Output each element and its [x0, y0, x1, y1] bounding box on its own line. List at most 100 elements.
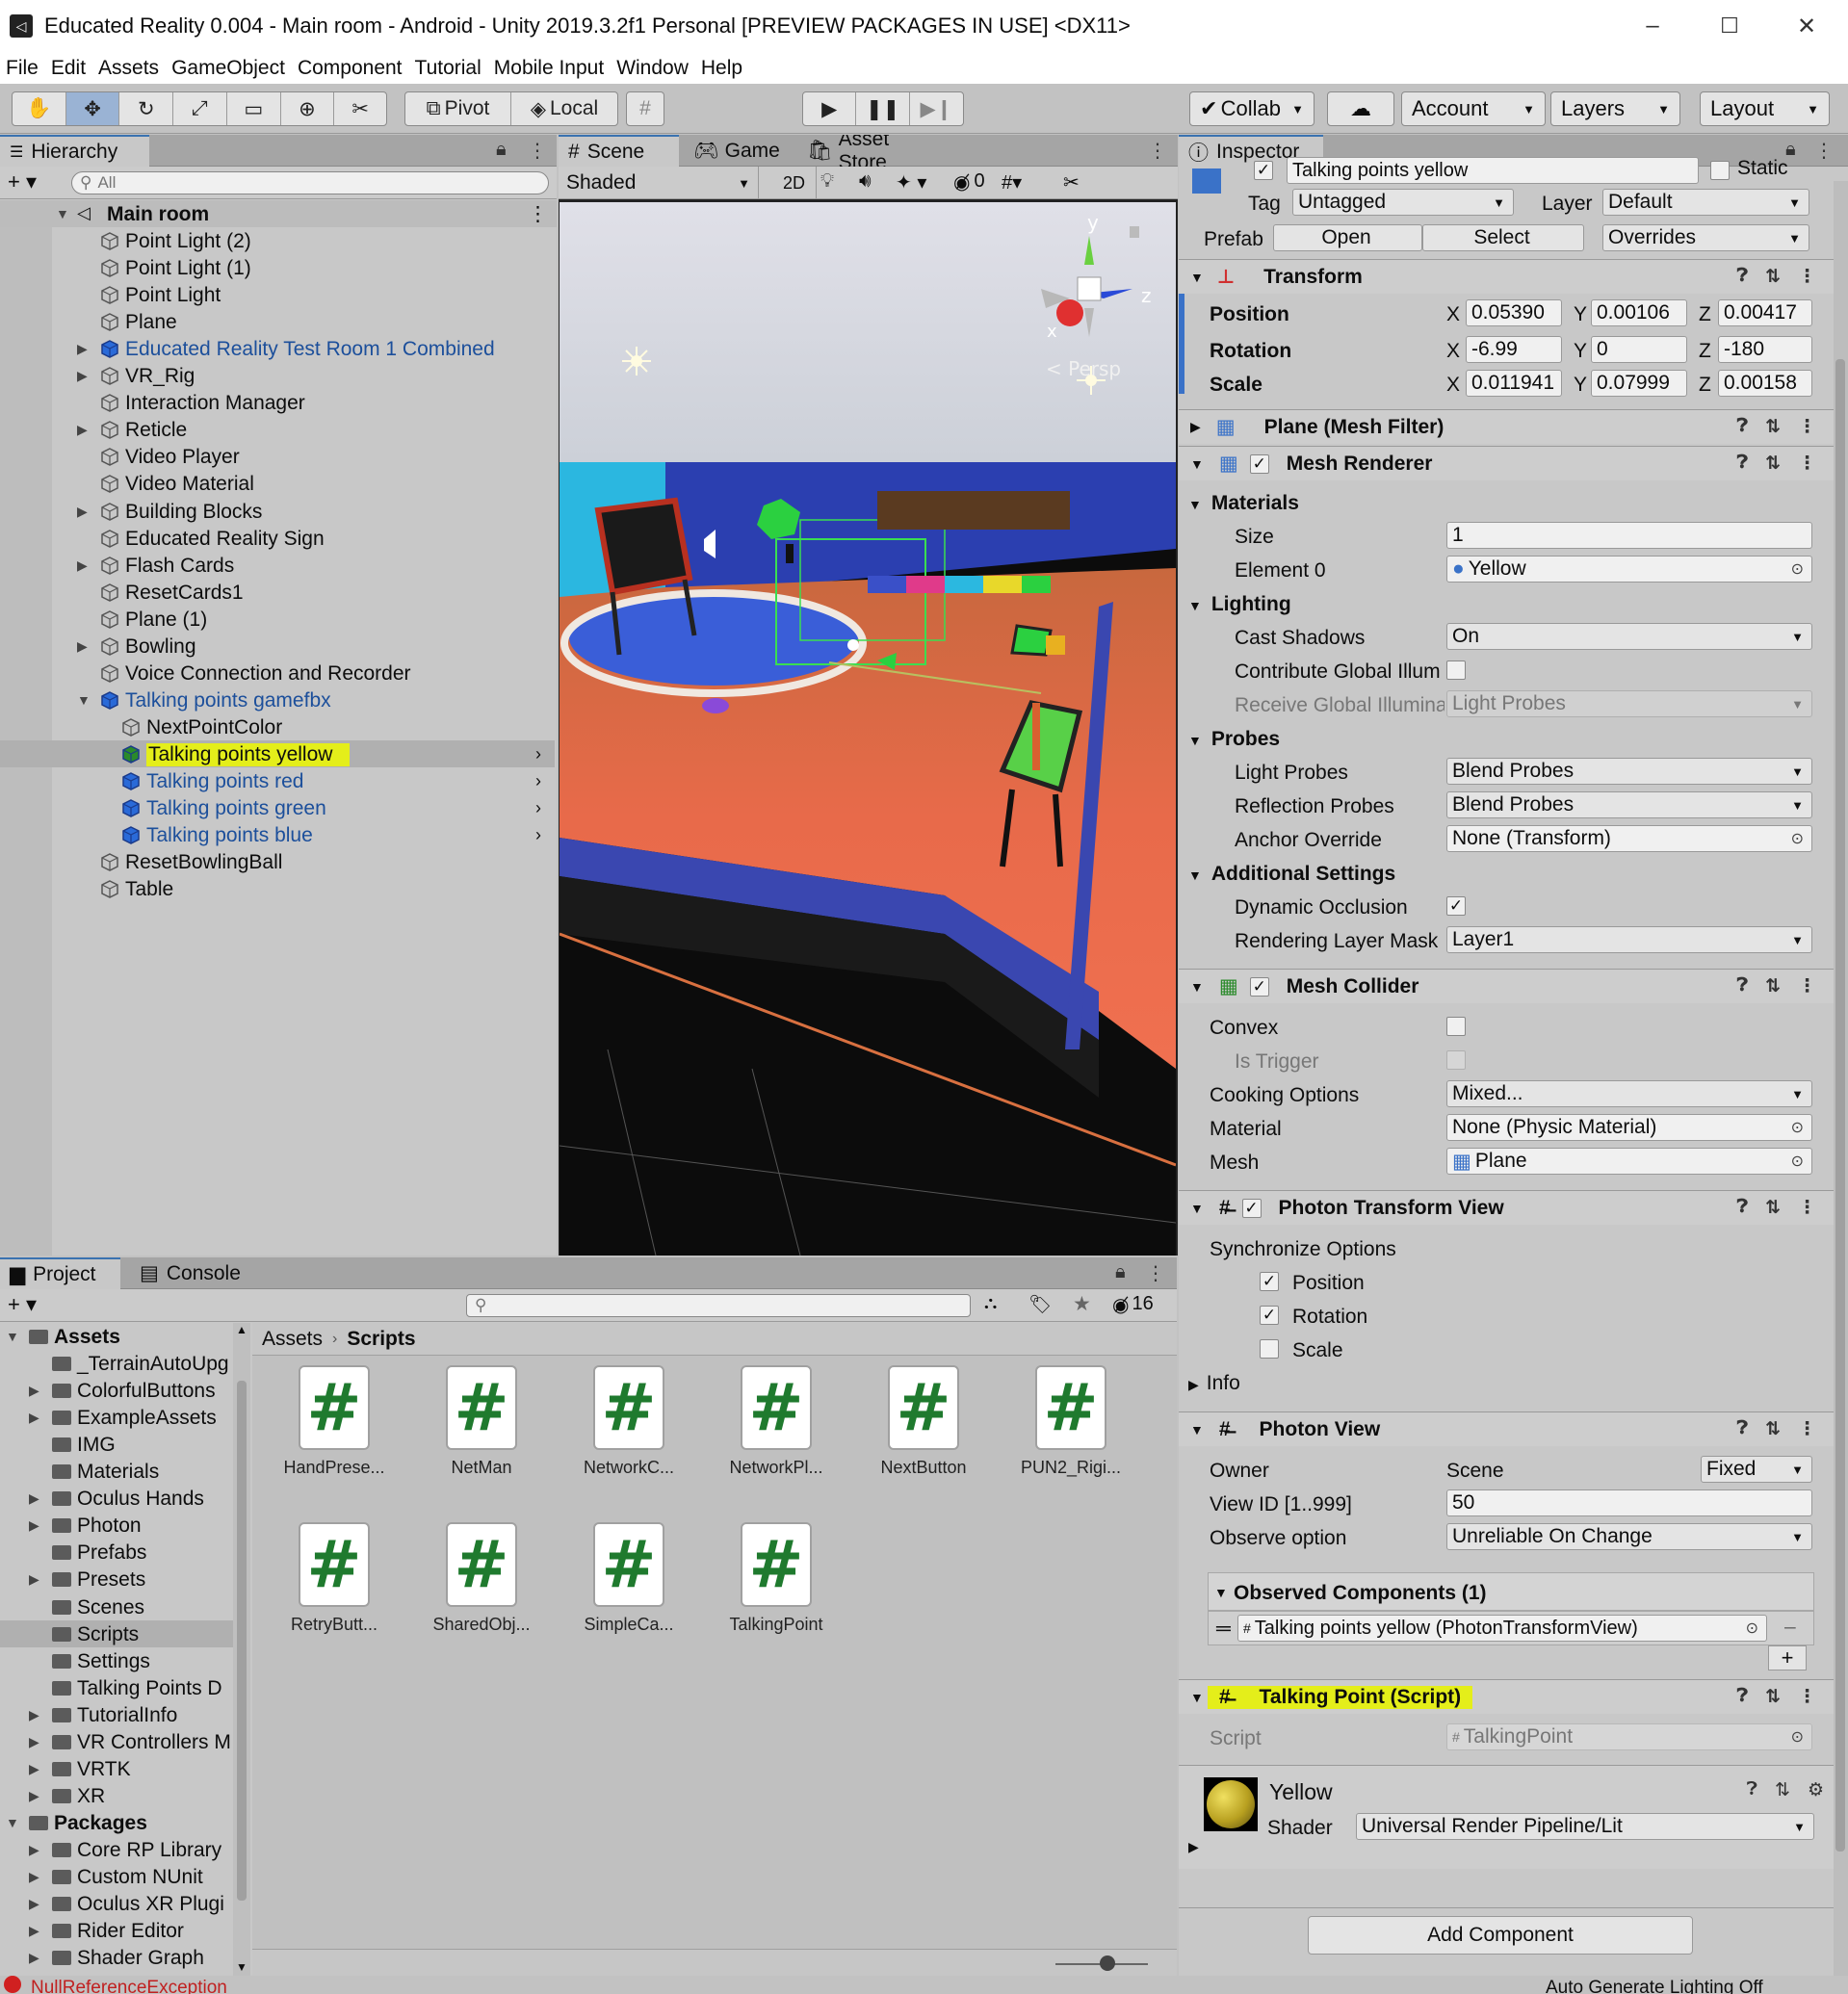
- lock-icon[interactable]: 🔒︎: [1115, 1261, 1126, 1283]
- lock-icon[interactable]: 🔒︎: [496, 139, 507, 161]
- help-icon[interactable]: ❓︎: [1737, 975, 1748, 997]
- tab-hierarchy[interactable]: ☰ Hierarchy: [0, 135, 149, 167]
- foldout-closed-icon[interactable]: ▶: [29, 1896, 39, 1912]
- object-picker-icon[interactable]: ⊙: [1791, 829, 1804, 848]
- project-folder-item[interactable]: Prefabs: [0, 1539, 233, 1566]
- foldout-closed-icon[interactable]: ▶: [77, 638, 88, 655]
- static-checkbox[interactable]: [1710, 161, 1730, 180]
- script-asset[interactable]: # NextButton: [861, 1365, 986, 1478]
- play-button[interactable]: ▶: [803, 92, 857, 125]
- project-folder-item[interactable]: _TerrainAutoUpg: [0, 1350, 233, 1377]
- minimize-button[interactable]: –: [1614, 0, 1691, 52]
- hierarchy-item[interactable]: Video Player: [0, 443, 555, 470]
- prefab-open-button[interactable]: Open: [1273, 224, 1422, 251]
- scroll-up-icon[interactable]: ▲: [236, 1323, 247, 1336]
- layer-dropdown[interactable]: Default ▼: [1602, 189, 1809, 216]
- project-folder-item[interactable]: ▶ Presets: [0, 1566, 233, 1593]
- project-folder-item[interactable]: ▶ XR: [0, 1782, 233, 1809]
- kebab-menu-icon[interactable]: ⋮: [1798, 975, 1816, 997]
- rendering-layer-mask-dropdown[interactable]: Layer1 ▼: [1446, 926, 1812, 953]
- hierarchy-item[interactable]: ▶ Bowling: [0, 633, 555, 660]
- open-prefab-chevron-icon[interactable]: ›: [535, 771, 541, 791]
- project-folder-item[interactable]: ▶ TutorialInfo: [0, 1701, 233, 1728]
- transform-header[interactable]: ▼ ⊥ Transform ❓︎ ⇅ ⋮: [1179, 259, 1834, 294]
- kebab-menu-icon[interactable]: ⋮: [1798, 453, 1816, 475]
- position-y-field[interactable]: 0.00106: [1591, 299, 1687, 326]
- script-asset[interactable]: # PUN2_Rigi...: [1008, 1365, 1133, 1478]
- view-id-field[interactable]: 50: [1446, 1489, 1812, 1516]
- foldout-closed-icon[interactable]: ▶: [29, 1923, 39, 1939]
- create-add-button[interactable]: + ▾: [8, 1292, 37, 1317]
- hierarchy-item[interactable]: Talking points red ›: [0, 767, 555, 794]
- foldout-closed-icon[interactable]: ▶: [29, 1707, 39, 1723]
- foldout-closed-icon[interactable]: ▶: [29, 1490, 39, 1507]
- scale-z-field[interactable]: 0.00158: [1718, 370, 1812, 397]
- dynamic-occlusion-checkbox[interactable]: ✓: [1446, 896, 1466, 916]
- physic-material-field[interactable]: None (Physic Material) ⊙: [1446, 1114, 1812, 1141]
- project-folder-item[interactable]: ▶ Photon: [0, 1512, 233, 1539]
- cloud-button[interactable]: ☁: [1327, 91, 1394, 126]
- help-icon[interactable]: ❓︎: [1737, 1197, 1748, 1219]
- drag-handle-icon[interactable]: ═: [1216, 1618, 1231, 1641]
- pause-button[interactable]: ❚❚: [856, 92, 910, 125]
- shading-mode-dropdown[interactable]: Shaded ▼: [559, 167, 759, 199]
- open-prefab-chevron-icon[interactable]: ›: [535, 825, 541, 845]
- tag-dropdown[interactable]: Untagged ▼: [1292, 189, 1514, 216]
- foldout-open-icon[interactable]: ▼: [56, 206, 69, 221]
- status-error-message[interactable]: NullReferenceException: [31, 1976, 227, 1994]
- help-icon[interactable]: ❓︎: [1737, 453, 1748, 475]
- rotation-y-field[interactable]: 0: [1591, 336, 1687, 363]
- hierarchy-item[interactable]: Point Light (1): [0, 254, 555, 281]
- project-folder-item[interactable]: ▶ VRTK: [0, 1755, 233, 1782]
- project-folder-item[interactable]: ▶ Oculus XR Plugi: [0, 1890, 233, 1917]
- mesh-collider-enabled-checkbox[interactable]: ✓: [1249, 976, 1269, 997]
- object-picker-icon[interactable]: ⊙: [1746, 1619, 1758, 1638]
- script-asset[interactable]: # TalkingPoint: [714, 1522, 839, 1635]
- search-by-type-icon[interactable]: ⛬: [984, 1293, 997, 1314]
- foldout-closed-icon[interactable]: ▶: [77, 422, 88, 438]
- active-checkbox[interactable]: ✓: [1254, 161, 1273, 180]
- project-folder-item[interactable]: ▶ Rider Editor: [0, 1917, 233, 1944]
- probes-foldout[interactable]: ▼ Probes: [1188, 728, 1280, 751]
- menu-component[interactable]: Component: [298, 57, 403, 80]
- mesh-collider-header[interactable]: ▼ ▦ ✓ Mesh Collider ❓︎ ⇅ ⋮: [1179, 969, 1834, 1003]
- mesh-filter-header[interactable]: ▶ ▦ Plane (Mesh Filter) ❓︎ ⇅ ⋮: [1179, 409, 1834, 444]
- convex-checkbox[interactable]: [1446, 1017, 1466, 1036]
- hierarchy-item[interactable]: Interaction Manager: [0, 389, 555, 416]
- foldout-closed-icon[interactable]: ▶: [29, 1517, 39, 1534]
- observed-component-field[interactable]: # Talking points yellow (PhotonTransformV…: [1237, 1615, 1767, 1642]
- hierarchy-item[interactable]: Plane (1): [0, 606, 555, 633]
- info-foldout[interactable]: ▶ Info: [1188, 1372, 1240, 1395]
- presets-icon[interactable]: ⇅: [1765, 416, 1781, 438]
- close-button[interactable]: ✕: [1768, 0, 1845, 52]
- hierarchy-item[interactable]: Table: [0, 875, 555, 902]
- hidden-objects-toggle[interactable]: ◉̸ 0: [953, 170, 985, 194]
- contribute-gi-checkbox[interactable]: [1446, 660, 1466, 680]
- gizmos-tools-icon[interactable]: ✂: [1063, 170, 1080, 194]
- project-folder-item[interactable]: ▼ Packages: [0, 1809, 233, 1836]
- project-folder-item[interactable]: ▶ ExampleAssets: [0, 1404, 233, 1431]
- position-x-field[interactable]: 0.05390: [1466, 299, 1562, 326]
- effects-toggle-icon[interactable]: ✦ ▾: [896, 170, 926, 194]
- hierarchy-item[interactable]: Talking points blue ›: [0, 821, 555, 848]
- kebab-menu-icon[interactable]: ⋮: [1146, 1261, 1165, 1285]
- sync-rotation-checkbox[interactable]: ✓: [1260, 1306, 1279, 1325]
- rotation-x-field[interactable]: -6.99: [1466, 336, 1562, 363]
- reflection-probes-dropdown[interactable]: Blend Probes ▼: [1446, 791, 1812, 818]
- presets-icon[interactable]: ⇅: [1765, 1686, 1781, 1708]
- foldout-closed-icon[interactable]: ▶: [29, 1950, 39, 1966]
- object-picker-icon[interactable]: ⊙: [1791, 1152, 1804, 1171]
- sync-scale-checkbox[interactable]: [1260, 1339, 1279, 1359]
- help-icon[interactable]: ❓︎: [1737, 1418, 1748, 1440]
- additional-settings-foldout[interactable]: ▼ Additional Settings: [1188, 863, 1395, 886]
- layout-dropdown[interactable]: Layout ▼: [1700, 91, 1830, 126]
- account-dropdown[interactable]: Account ▼: [1401, 91, 1546, 126]
- foldout-closed-icon[interactable]: ▶: [29, 1842, 39, 1858]
- script-asset[interactable]: # HandPrese...: [272, 1365, 397, 1478]
- hierarchy-item[interactable]: Point Light (2): [0, 227, 555, 254]
- kebab-menu-icon[interactable]: ⋮: [528, 139, 547, 163]
- light-probes-dropdown[interactable]: Blend Probes ▼: [1446, 758, 1812, 785]
- script-asset[interactable]: # NetMan: [419, 1365, 544, 1478]
- menu-mobile-input[interactable]: Mobile Input: [494, 57, 604, 80]
- anchor-override-field[interactable]: None (Transform) ⊙: [1446, 825, 1812, 852]
